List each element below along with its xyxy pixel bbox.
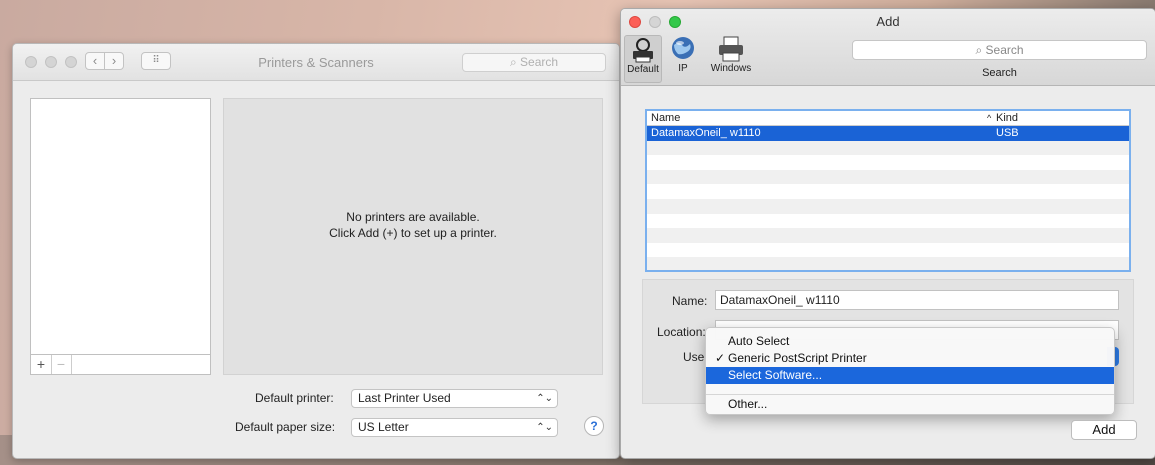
toolbar-default[interactable]: Default [624,35,662,83]
use-label: Use [683,350,705,364]
menu-separator [706,394,1114,395]
popup-arrows-icon: ⌃⌄ [536,422,553,433]
default-printer-value: Last Printer Used [358,391,451,405]
table-rows: DatamaxOneil_ w1110 USB [647,126,1129,270]
toolbar: Add Default IP Windows ⌕ Search Search [621,9,1155,86]
use-dropdown-menu[interactable]: Auto Select ✓ Generic PostScript Printer… [705,327,1115,415]
empty-message-line1: No printers are available. [346,210,480,224]
remove-printer-button[interactable]: − [51,355,72,374]
printer-browser-table[interactable]: Name ^ Kind DatamaxOneil_ w1110 USB [645,109,1131,272]
table-row-empty [647,169,1129,185]
printer-list-controls: + − [30,354,211,375]
table-row-empty [647,155,1129,170]
location-label: Location: [657,325,706,339]
empty-message-line2: Click Add (+) to set up a printer. [329,226,497,240]
menu-item-label: Generic PostScript Printer [728,351,867,365]
window-title: Add [876,14,900,29]
toolbar-default-label: Default [627,64,659,75]
checkmark-icon: ✓ [715,351,726,365]
column-header-name[interactable]: Name [651,112,680,124]
column-header-kind[interactable]: Kind [996,112,1018,124]
search-field[interactable]: ⌕ Search [852,40,1147,60]
globe-icon [672,37,694,59]
menu-item-label: Other... [728,397,768,411]
row-name: DatamaxOneil_ w1110 [651,127,761,139]
add-button[interactable]: Add [1071,420,1137,440]
menu-item-select-software[interactable]: Select Software... [706,367,1114,384]
menu-item-auto-select[interactable]: Auto Select [706,333,1114,350]
table-row-empty [647,140,1129,156]
search-label: Search [982,67,1017,79]
default-paper-value: US Letter [358,420,409,434]
add-printer-button[interactable]: + [31,355,52,374]
search-placeholder: Search [520,55,559,69]
menu-item-label: Select Software... [728,368,823,382]
name-field[interactable]: DatamaxOneil_ w1110 [715,290,1119,310]
menu-item-label: Auto Select [728,334,790,348]
table-row-empty [647,198,1129,214]
row-kind: USB [996,127,1019,139]
search-icon: ⌕ [975,43,986,57]
popup-arrows-icon: ⌃⌄ [536,393,553,404]
windows-printer-icon [719,36,743,62]
search-field[interactable]: ⌕ Search [462,53,606,72]
sort-indicator-icon: ^ [987,113,992,123]
printer-list[interactable] [30,98,211,374]
table-row-empty [647,184,1129,199]
default-paper-popup[interactable]: US Letter ⌃⌄ [351,418,558,437]
titlebar: ‹ › ⠿ Printers & Scanners ⌕ Search [13,44,619,81]
toolbar-ip-label: IP [678,63,688,74]
default-printer-label: Default printer: [255,391,334,405]
search-placeholder: Search [985,43,1024,57]
add-printer-window: Add Default IP Windows ⌕ Search Search N… [620,8,1155,459]
empty-state-message: No printers are available. Click Add (+)… [224,209,602,241]
help-button[interactable]: ? [584,416,604,436]
toolbar-windows-label: Windows [710,63,752,74]
table-row-empty [647,243,1129,258]
name-label: Name: [672,294,708,308]
menu-item-generic-postscript[interactable]: ✓ Generic PostScript Printer [706,350,1114,367]
printers-scanners-window: ‹ › ⠿ Printers & Scanners ⌕ Search + − N… [12,43,620,459]
table-row-empty [647,228,1129,243]
toolbar-windows[interactable]: Windows [705,35,757,74]
default-printer-popup[interactable]: Last Printer Used ⌃⌄ [351,389,558,408]
table-row[interactable]: DatamaxOneil_ w1110 USB [647,126,1129,141]
default-printer-icon [633,38,653,63]
printer-info-panel: No printers are available. Click Add (+)… [223,98,603,375]
table-row-empty [647,257,1129,270]
search-icon: ⌕ [509,55,521,69]
table-header: Name ^ Kind [647,111,1129,126]
menu-item-other[interactable]: Other... [706,396,1114,413]
table-row-empty [647,214,1129,229]
toolbar-ip[interactable]: IP [665,35,701,74]
default-paper-label: Default paper size: [235,420,336,434]
